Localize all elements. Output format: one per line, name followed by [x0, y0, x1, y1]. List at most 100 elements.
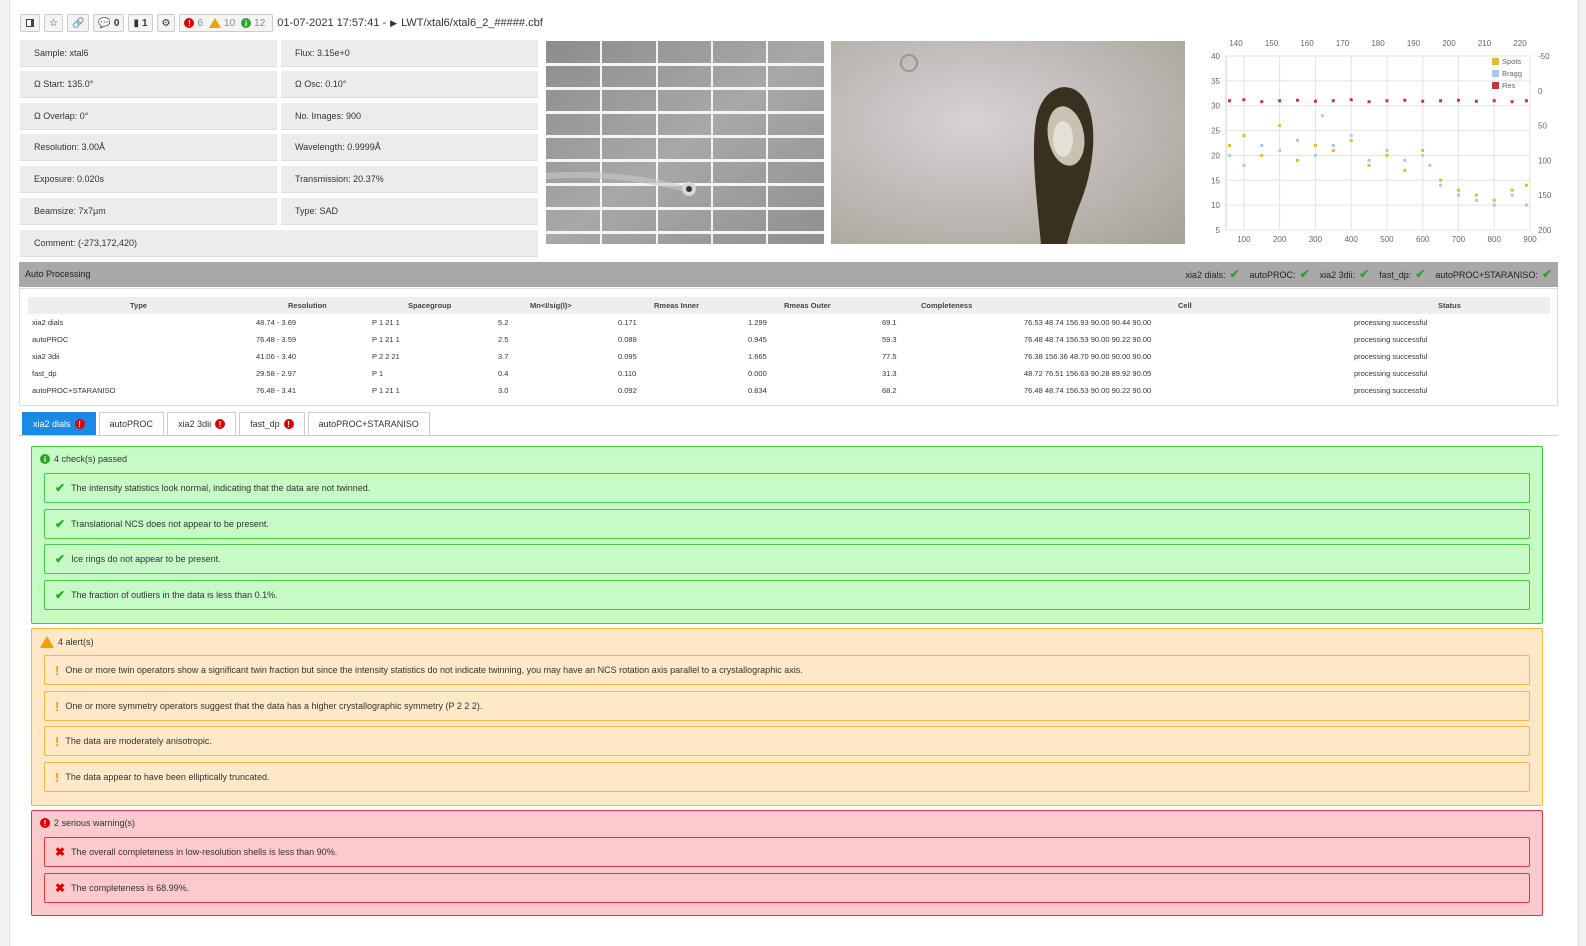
info-icon: i — [40, 454, 50, 464]
status-fast-dp: fast_dp: ✔ — [1379, 266, 1426, 281]
book-icon — [26, 19, 34, 27]
data-point-spots — [1367, 163, 1371, 167]
star-button[interactable]: ☆ — [44, 14, 63, 32]
data-point-bragg — [1428, 163, 1432, 167]
col-completeness: Completeness — [921, 301, 973, 310]
table-cell: 0.095 — [618, 352, 637, 361]
x-top-tick-label: 210 — [1478, 39, 1492, 48]
table-cell: processing successful — [1354, 352, 1428, 361]
col-cell: Cell — [1178, 301, 1192, 310]
data-point-res — [1242, 98, 1246, 102]
alert-icon: ! — [215, 419, 226, 429]
auto-processing-table: Type Resolution Spacegroup Mn<I/sig(I)> … — [19, 288, 1558, 406]
info-icon: i — [241, 18, 252, 28]
data-point-bragg — [1474, 198, 1478, 202]
table-row[interactable]: autoPROC 76.48 - 3.59 P 1 21 1 2.5 0.088 0.94… — [28, 331, 1550, 348]
star-icon: ☆ — [49, 17, 58, 29]
legend-swatch — [1492, 70, 1499, 77]
table-cell: 5.2 — [498, 318, 509, 327]
book-button[interactable] — [20, 14, 40, 32]
legend-label: Res — [1502, 81, 1516, 90]
warning-item: ✖ The completeness is 68.99%. — [44, 873, 1530, 903]
check-icon: ✔ — [1229, 266, 1240, 281]
tab-autoproc-staraniso[interactable]: autoPROC+STARANISO — [307, 412, 430, 435]
table-cell: processing successful — [1354, 369, 1428, 378]
table-cell: 69.1 — [882, 318, 897, 327]
table-cell: autoPROC+STARANISO — [32, 386, 116, 395]
y-tick-label: 40 — [1211, 52, 1220, 61]
table-cell: 3.0 — [498, 386, 509, 395]
legend-label: Bragg — [1502, 69, 1522, 78]
table-row[interactable]: xia2 dials 48.74 - 3.69 P 1 21 1 5.2 0.171 1.… — [28, 314, 1550, 331]
data-point-spots — [1403, 168, 1407, 172]
data-point-res — [1228, 99, 1232, 103]
y-tick-label: 35 — [1211, 77, 1220, 86]
legend-swatch — [1492, 82, 1499, 89]
data-point-spots — [1242, 134, 1246, 138]
data-point-bragg — [1524, 203, 1528, 207]
check-icon: ✔ — [1415, 266, 1426, 281]
meta-omega-osc: Ω Osc: 0.10° — [281, 71, 538, 98]
scatter-chart-svg: 40 35 30 25 20 15 10 5 -50 0 50 100 150 200 100 200 300 4… — [1211, 39, 1552, 244]
diffraction-image[interactable] — [546, 41, 824, 244]
x-tick-label: 100 — [1237, 235, 1251, 243]
data-point-spots — [1260, 153, 1264, 157]
comments-icon: 💬 — [98, 17, 111, 29]
alert-item: ! One or more symmetry operators suggest … — [44, 691, 1530, 721]
data-point-res — [1260, 100, 1264, 104]
data-point-bragg — [1321, 114, 1325, 118]
table-cell: processing successful — [1354, 318, 1428, 327]
data-point-bragg — [1421, 153, 1425, 157]
meta-comment: Comment: (-273,172,420) — [20, 230, 538, 257]
table-row[interactable]: fast_dp 29.58 - 2.97 P 1 0.4 0.110 0.000 31.3 4… — [28, 365, 1550, 382]
col-type: Type — [130, 301, 147, 310]
x-top-tick-label: 220 — [1513, 39, 1527, 48]
comments-button[interactable]: 💬 0 — [93, 14, 125, 32]
x-top-tick-label: 150 — [1265, 39, 1279, 48]
link-button[interactable]: 🔗 — [66, 14, 90, 32]
tab-fast-dp[interactable]: fast_dp! — [239, 412, 305, 435]
info-count: 12 — [254, 17, 266, 29]
check-icon: ✔ — [55, 552, 66, 566]
tab-autoproc[interactable]: autoPROC — [98, 412, 165, 435]
caret-right-icon[interactable]: ▶ — [390, 18, 397, 29]
crystal-photo[interactable] — [831, 41, 1185, 244]
col-rmeas-inner: Rmeas Inner — [654, 301, 700, 310]
files-button[interactable]: ▮ 1 — [128, 14, 153, 32]
tab-xia2-dials[interactable]: xia2 dials! — [22, 412, 96, 435]
settings-button[interactable]: ⚙ — [156, 14, 176, 32]
warning-icon — [40, 636, 54, 648]
tab-xia2-3dii[interactable]: xia2 3dii! — [167, 412, 237, 435]
table-cell: xia2 3dii — [32, 352, 60, 361]
table-cell: 31.3 — [882, 369, 897, 378]
legend-label: Spots — [1502, 57, 1521, 66]
x-tick-label: 500 — [1380, 235, 1394, 243]
meta-resolution: Resolution: 3.00Å — [20, 134, 277, 161]
table-cell: 1.299 — [748, 318, 767, 327]
table-row[interactable]: autoPROC+STARANISO 76.48 - 3.41 P 1 21 1 3.… — [28, 382, 1550, 399]
passed-check-item: ✔ The fraction of outliers in the data is… — [44, 580, 1530, 610]
table-cell: 1.665 — [748, 352, 767, 361]
auto-processing-header[interactable]: Auto Processing xia2 dials: ✔ autoPROC: ✔ … — [19, 262, 1558, 287]
exclamation-icon: ! — [55, 662, 60, 678]
data-point-bragg — [1439, 183, 1443, 187]
y-right-tick-label: 150 — [1538, 191, 1552, 200]
data-point-res — [1492, 99, 1496, 103]
table-cell: 48.72 76.51 156.63 90.28 89.92 90.05 — [1024, 369, 1152, 378]
data-point-spots — [1474, 193, 1478, 197]
table-cell: xia2 dials — [32, 318, 64, 327]
tab-divider — [19, 435, 1558, 436]
datetime: 01-07-2021 17:57:41 - — [277, 17, 387, 29]
data-point-bragg — [1385, 148, 1389, 152]
messages-button[interactable]: ! 6 10 i 12 — [179, 14, 274, 32]
table-row[interactable]: xia2 3dii 41.06 - 3.40 P 2 2 21 3.7 0.095 1.6… — [28, 348, 1550, 365]
check-icon: ✔ — [1299, 266, 1310, 281]
scatter-chart[interactable]: 40 35 30 25 20 15 10 5 -50 0 50 100 150 200 100 200 300 4… — [1190, 38, 1560, 244]
meta-wavelength: Wavelength: 0.9999Å — [281, 134, 538, 161]
table-cell: 0.171 — [618, 318, 637, 327]
check-icon: ✔ — [55, 517, 66, 531]
data-point-bragg — [1349, 134, 1353, 138]
data-point-res — [1524, 99, 1528, 103]
y-right-tick-label: 100 — [1538, 156, 1552, 165]
meta-flux: Flux: 3.15e+0 — [281, 40, 538, 67]
